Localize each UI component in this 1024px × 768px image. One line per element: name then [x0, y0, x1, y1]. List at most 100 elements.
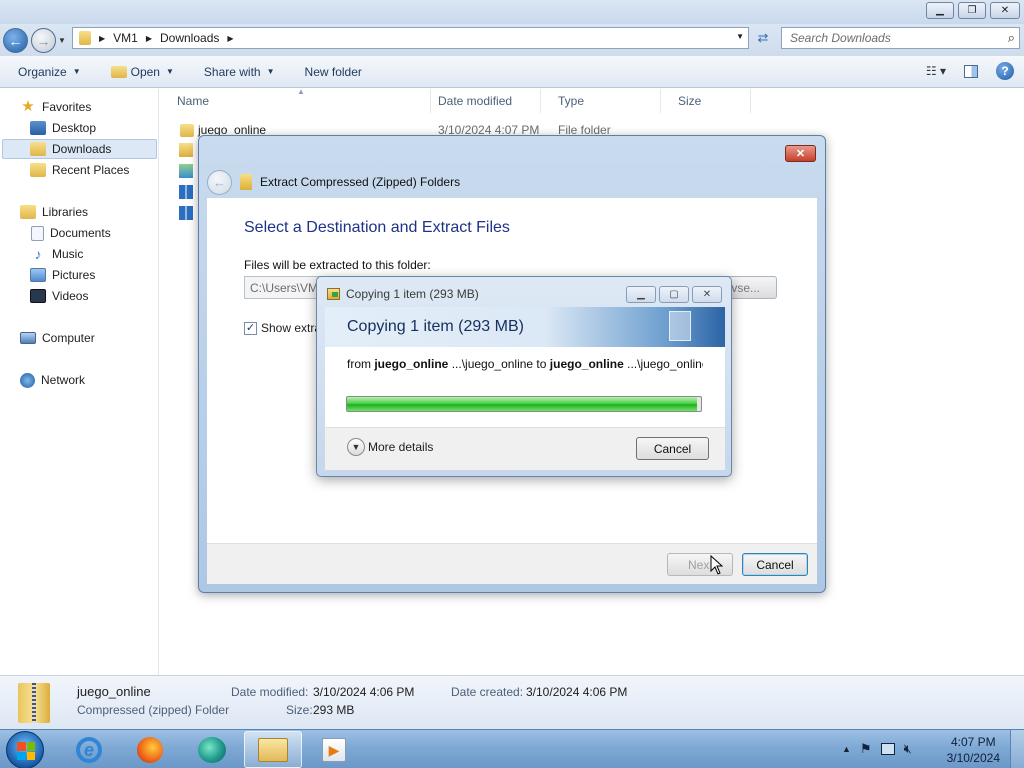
new-folder-button[interactable]: New folder	[305, 65, 362, 79]
taskbar-media-app[interactable]	[183, 731, 241, 768]
breadcrumb-separator-icon[interactable]: ▶	[99, 34, 105, 43]
chevron-down-icon[interactable]: ▼	[347, 438, 365, 456]
to-word: to	[533, 357, 550, 371]
column-header-date[interactable]: Date modified	[421, 89, 541, 113]
breadcrumb-vm1[interactable]: VM1	[113, 31, 138, 45]
nav-pictures[interactable]: Pictures	[30, 265, 95, 285]
action-center-flag-icon[interactable]: ⚑	[860, 741, 872, 757]
clock-time: 4:07 PM	[950, 735, 996, 749]
nav-network[interactable]: Network	[20, 370, 85, 390]
breadcrumb-separator-icon[interactable]: ▶	[227, 34, 233, 43]
copy-close-button[interactable]: ✕	[692, 286, 722, 303]
column-header-size[interactable]: Size	[661, 89, 751, 113]
change-view-icon[interactable]: ☷ ▾	[926, 64, 946, 78]
nav-computer[interactable]: Computer	[20, 328, 95, 348]
back-button[interactable]: ←	[3, 28, 28, 53]
help-icon[interactable]: ?	[996, 62, 1014, 80]
breadcrumb-downloads[interactable]: Downloads	[160, 31, 219, 45]
copy-cancel-button[interactable]: Cancel	[636, 437, 709, 460]
nav-music-label: Music	[52, 247, 84, 261]
open-folder-icon	[110, 65, 127, 78]
details-date-modified-label: Date modified:	[231, 685, 309, 699]
nav-videos[interactable]: Videos	[30, 286, 88, 306]
nav-recent-places[interactable]: Recent Places	[30, 160, 129, 180]
preview-pane-icon[interactable]	[964, 64, 978, 78]
nav-libraries[interactable]: Libraries	[20, 202, 88, 222]
navigation-pane: ★ Favorites Desktop Downloads Recent Pla…	[0, 89, 159, 675]
breadcrumb-separator-icon[interactable]: ▶	[146, 34, 152, 43]
search-placeholder: Search Downloads	[790, 31, 891, 45]
zip-file-icon[interactable]	[179, 143, 193, 157]
extract-heading: Select a Destination and Extract Files	[244, 219, 510, 236]
share-with-button[interactable]: Share with ▼	[204, 65, 275, 79]
refresh-icon[interactable]: ⇄	[752, 28, 774, 48]
show-hidden-icons-icon[interactable]: ▲	[842, 744, 851, 754]
column-header-name[interactable]: Name ▲	[160, 87, 431, 113]
taskbar-internet-explorer[interactable]: e	[60, 731, 118, 768]
minimize-button[interactable]: ▁	[926, 2, 954, 19]
address-dropdown-icon[interactable]: ▼	[736, 32, 744, 41]
next-label: Nex	[688, 557, 710, 572]
setup-file-icon[interactable]	[179, 164, 193, 178]
copy-maximize-button[interactable]: ▢	[659, 286, 689, 303]
clock-date: 3/10/2024	[946, 751, 1000, 765]
nav-favorites[interactable]: ★ Favorites	[20, 97, 91, 117]
nav-documents[interactable]: Documents	[31, 223, 111, 243]
dropdown-arrow-icon: ▼	[266, 67, 275, 76]
taskbar-media-player[interactable]: ▶	[305, 731, 363, 768]
to-path: ...\juego_online	[623, 357, 703, 371]
window-titlebar: ▁ ❐ ✕	[0, 0, 1024, 24]
open-button[interactable]: Open ▼	[110, 64, 174, 79]
open-label: Open	[130, 64, 160, 79]
search-input[interactable]: Search Downloads ⌕	[781, 27, 1020, 49]
organize-button[interactable]: Organize ▼	[18, 65, 81, 79]
more-details-label: More details	[368, 440, 434, 454]
extract-close-button[interactable]: ✕	[785, 145, 816, 162]
start-button[interactable]	[6, 731, 44, 768]
copy-banner-text: Copying 1 item (293 MB)	[347, 318, 524, 335]
more-details-toggle[interactable]: ▼ More details	[347, 438, 433, 456]
volume-muted-icon[interactable]: 🔇︎	[904, 741, 912, 757]
network-tray-icon[interactable]	[880, 743, 895, 755]
taskbar-firefox[interactable]	[121, 731, 179, 768]
system-clock[interactable]: 4:07 PM 3/10/2024	[947, 734, 1000, 766]
nav-downloads[interactable]: Downloads	[2, 139, 157, 159]
show-desktop-button[interactable]	[1010, 730, 1024, 768]
forward-button[interactable]: →	[31, 28, 56, 53]
internet-explorer-icon: e	[76, 736, 102, 763]
search-icon[interactable]: ⌕	[1008, 30, 1015, 46]
installer-file-icon[interactable]	[179, 206, 193, 220]
extract-cancel-button[interactable]: Cancel	[742, 553, 808, 576]
nav-music[interactable]: ♪ Music	[30, 244, 84, 264]
column-name-label: Name	[177, 94, 210, 108]
address-bar[interactable]: ▶ VM1 ▶ Downloads ▶ ▼	[72, 27, 749, 49]
column-header-type[interactable]: Type	[541, 89, 661, 113]
from-name: juego_online	[374, 357, 449, 371]
dropdown-arrow-icon: ▼	[72, 67, 81, 76]
checkbox-checked-icon[interactable]: ✓	[244, 321, 257, 335]
copy-progress-bar	[346, 396, 702, 412]
view-controls: ☷ ▾ ?	[926, 62, 1014, 80]
copy-cancel-label: Cancel	[653, 441, 692, 456]
column-date-label: Date modified	[438, 94, 513, 108]
nav-recent-places-label: Recent Places	[52, 163, 130, 177]
browse-label: vse...	[731, 280, 760, 295]
taskbar-windows-explorer[interactable]	[244, 731, 302, 768]
nav-desktop-label: Desktop	[52, 121, 97, 135]
extract-files-label: Files will be extracted to this folder:	[244, 258, 431, 272]
installer-file-icon[interactable]	[179, 185, 193, 199]
music-icon: ♪	[34, 246, 42, 262]
extract-header: ← Extract Compressed (Zipped) Folders	[207, 166, 817, 198]
maximize-button[interactable]: ❐	[958, 2, 986, 19]
document-art-icon	[669, 311, 691, 341]
details-name: juego_online	[77, 684, 151, 699]
network-icon	[20, 372, 35, 388]
history-dropdown-icon[interactable]: ▼	[58, 36, 66, 45]
copy-minimize-button[interactable]: ▁	[626, 286, 656, 303]
nav-desktop[interactable]: Desktop	[30, 118, 96, 138]
back-arrow-icon[interactable]: ←	[207, 169, 232, 195]
close-button[interactable]: ✕	[990, 2, 1020, 19]
show-extracted-checkbox[interactable]: ✓ Show extra	[244, 321, 321, 335]
to-name: juego_online	[549, 357, 624, 371]
notification-area: ▲ ⚑ 🔇︎	[842, 730, 912, 768]
